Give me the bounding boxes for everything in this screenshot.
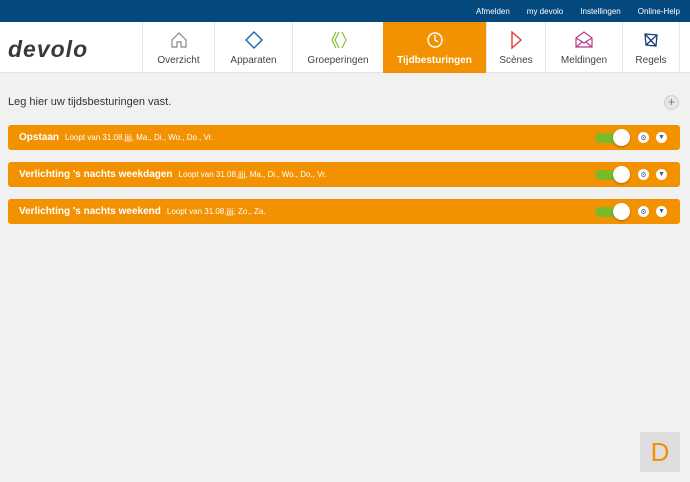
devolo-corner-logo: D <box>640 432 680 472</box>
schedule-description: Loopt van 31.08.jjjj, Ma., Di., Wo., Do.… <box>178 170 327 179</box>
online-help-link[interactable]: Online-Help <box>638 7 680 16</box>
envelope-icon <box>575 31 593 48</box>
main-nav: devolo Overzicht Apparaten Groeperingen … <box>0 22 690 73</box>
my-devolo-link[interactable]: my devolo <box>527 7 563 16</box>
schedule-name: Verlichting 's nachts weekdagen <box>19 169 173 180</box>
add-schedule-button[interactable]: + <box>664 95 679 110</box>
groups-icon <box>331 31 347 49</box>
schedule-row[interactable]: Verlichting 's nachts weekend Loopt van … <box>8 199 680 224</box>
tab-regels[interactable]: Regels <box>622 22 680 73</box>
tab-scenes[interactable]: Scènes <box>486 22 545 73</box>
schedule-description: Loopt van 31.08.jjjj, Zo., Za. <box>166 207 266 216</box>
home-icon <box>170 32 187 48</box>
gear-icon[interactable]: ⚙ <box>638 169 649 180</box>
tab-groeperingen[interactable]: Groeperingen <box>292 22 383 73</box>
tab-apparaten[interactable]: Apparaten <box>214 22 292 73</box>
gear-icon[interactable]: ⚙ <box>638 132 649 143</box>
schedule-name: Verlichting 's nachts weekend <box>19 206 161 217</box>
play-icon <box>511 30 523 50</box>
tab-tijdbesturingen[interactable]: Tijdbesturingen <box>383 22 486 73</box>
logout-link[interactable]: Afmelden <box>476 7 510 16</box>
schedule-toggle[interactable] <box>595 129 631 146</box>
rules-icon <box>644 33 658 47</box>
schedule-name: Opstaan <box>19 132 60 143</box>
schedule-row[interactable]: Verlichting 's nachts weekdagen Loopt va… <box>8 162 680 187</box>
tab-meldingen[interactable]: Meldingen <box>545 22 622 73</box>
devolo-logo[interactable]: devolo <box>8 36 88 63</box>
top-bar: Afmelden my devolo Instellingen Online-H… <box>0 0 690 22</box>
chevron-down-icon[interactable]: ▼ <box>656 132 667 143</box>
gear-icon[interactable]: ⚙ <box>638 206 649 217</box>
chevron-down-icon[interactable]: ▼ <box>656 206 667 217</box>
chevron-down-icon[interactable]: ▼ <box>656 169 667 180</box>
intro-text: Leg hier uw tijdsbesturingen vast. <box>8 96 172 108</box>
schedule-toggle[interactable] <box>595 166 631 183</box>
diamond-icon <box>244 30 263 50</box>
clock-icon <box>426 32 443 48</box>
tab-overzicht[interactable]: Overzicht <box>142 22 214 73</box>
schedule-description: Loopt van 31.08.jjjj, Ma., Di., Wo., Do.… <box>65 133 214 142</box>
settings-link[interactable]: Instellingen <box>580 7 620 16</box>
schedule-toggle[interactable] <box>595 203 631 220</box>
schedule-row[interactable]: Opstaan Loopt van 31.08.jjjj, Ma., Di., … <box>8 125 680 150</box>
